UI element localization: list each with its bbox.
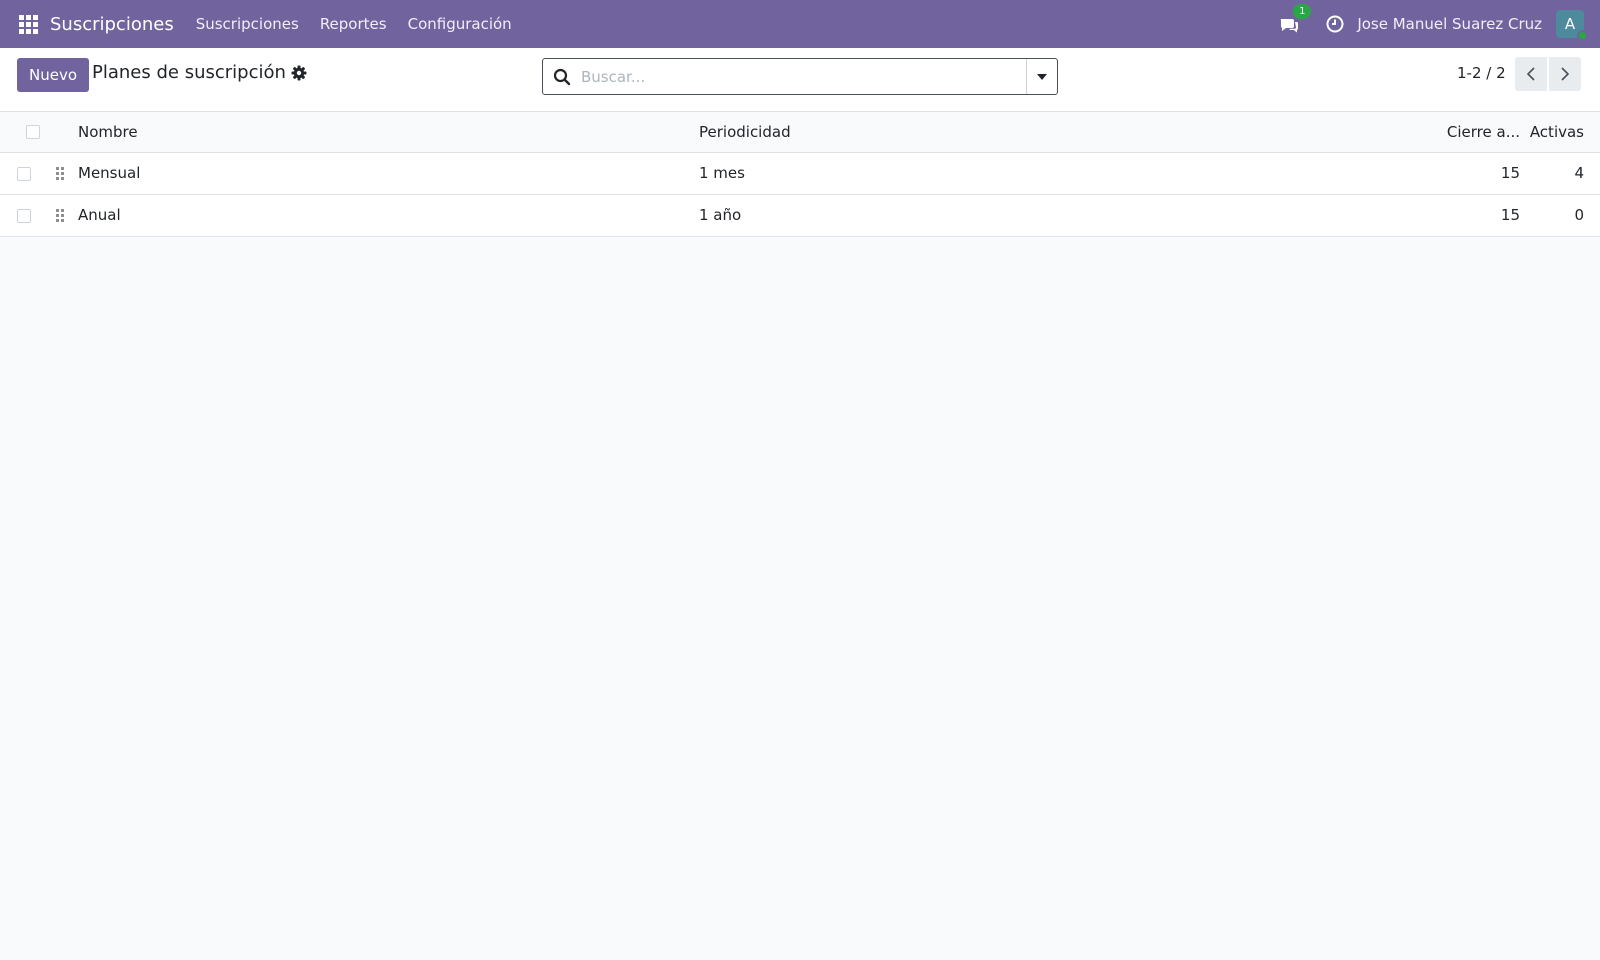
row-select-cell: [0, 194, 48, 236]
gear-icon: [291, 65, 307, 81]
select-all-checkbox[interactable]: [25, 125, 40, 140]
cell-active[interactable]: 4: [1520, 152, 1600, 194]
clock-icon: [1326, 15, 1344, 33]
cell-name[interactable]: Anual: [78, 194, 699, 236]
online-status-dot: [1577, 30, 1588, 41]
table-row[interactable]: Anual 1 año 15 0: [0, 194, 1600, 236]
table-row[interactable]: Mensual 1 mes 15 4: [0, 152, 1600, 194]
search-icon: [553, 68, 571, 85]
navbar-systray: 1 Jose Manuel Suarez Cruz A: [1279, 0, 1600, 48]
plans-list-table: Nombre Periodicidad Cierre a... Activas …: [0, 112, 1600, 237]
drag-handle-icon[interactable]: [56, 166, 78, 180]
pager-value[interactable]: 1-2 / 2: [1457, 64, 1506, 82]
row-checkbox[interactable]: [17, 166, 31, 181]
search-options-toggle[interactable]: [1026, 59, 1057, 94]
caret-down-icon: [1037, 73, 1047, 80]
user-menu-name[interactable]: Jose Manuel Suarez Cruz: [1357, 15, 1542, 33]
messages-button[interactable]: 1: [1279, 4, 1312, 36]
cell-name[interactable]: Mensual: [78, 152, 699, 194]
column-header-name[interactable]: Nombre: [78, 112, 699, 152]
app-title[interactable]: Suscripciones: [50, 14, 174, 35]
main-menu: Suscripciones Reportes Configuración: [196, 15, 533, 33]
menu-item-configuracion[interactable]: Configuración: [408, 15, 512, 33]
drag-handle-icon[interactable]: [56, 208, 78, 222]
row-checkbox[interactable]: [17, 208, 31, 223]
search-input[interactable]: [581, 67, 1026, 86]
list-empty-area: [0, 237, 1600, 957]
cell-active[interactable]: 0: [1520, 194, 1600, 236]
avatar-letter: A: [1564, 15, 1576, 33]
control-panel: Nuevo Planes de suscripción 1-2 / 2: [0, 48, 1600, 112]
handle-header-cell: [48, 112, 78, 152]
grid-icon: [18, 14, 38, 34]
chevron-right-icon: [1561, 67, 1570, 81]
cell-closing[interactable]: 15: [1410, 152, 1520, 194]
avatar[interactable]: A: [1556, 10, 1588, 41]
cell-periodicity[interactable]: 1 año: [699, 194, 1410, 236]
row-select-cell: [0, 152, 48, 194]
apps-menu-button[interactable]: [16, 12, 40, 36]
page-title: Planes de suscripción: [92, 62, 286, 83]
menu-item-reportes[interactable]: Reportes: [320, 15, 387, 33]
menu-item-suscripciones[interactable]: Suscripciones: [196, 15, 299, 33]
search-bar: [542, 58, 1058, 95]
messages-count-badge: 1: [1293, 4, 1312, 19]
column-header-active[interactable]: Activas: [1520, 112, 1600, 152]
actions-menu-button[interactable]: [291, 65, 307, 81]
drag-handle-cell: [48, 152, 78, 194]
cell-periodicity[interactable]: 1 mes: [699, 152, 1410, 194]
column-header-closing[interactable]: Cierre a...: [1410, 112, 1520, 152]
chevron-left-icon: [1526, 67, 1535, 81]
top-navbar: Suscripciones Suscripciones Reportes Con…: [0, 0, 1600, 48]
activities-button[interactable]: [1325, 14, 1345, 34]
new-button[interactable]: Nuevo: [17, 58, 90, 92]
pager-next-button[interactable]: [1549, 57, 1581, 91]
table-header-row: Nombre Periodicidad Cierre a... Activas: [0, 112, 1600, 152]
select-all-cell: [0, 112, 48, 152]
cell-closing[interactable]: 15: [1410, 194, 1520, 236]
column-header-periodicity[interactable]: Periodicidad: [699, 112, 1410, 152]
pager-previous-button[interactable]: [1515, 57, 1547, 91]
drag-handle-cell: [48, 194, 78, 236]
